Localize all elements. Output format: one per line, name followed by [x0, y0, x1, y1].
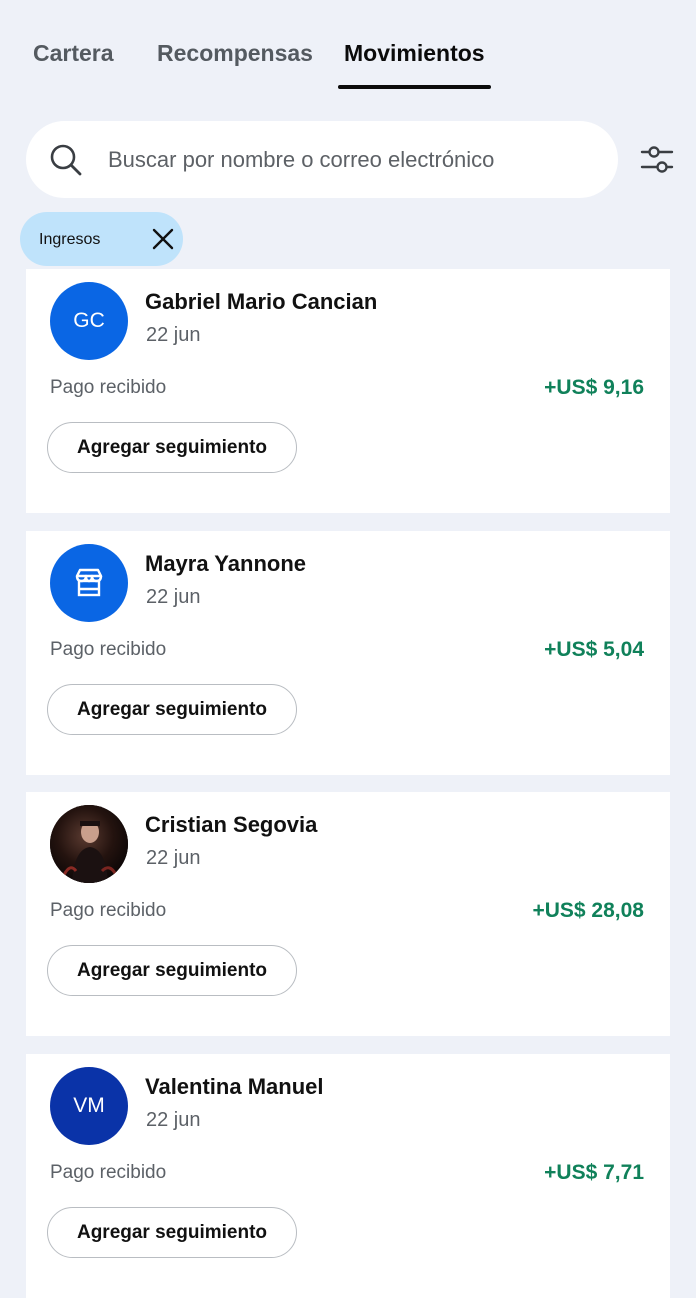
- transaction-amount: +US$ 28,08: [532, 899, 644, 922]
- add-tracking-button[interactable]: Agregar seguimiento: [47, 945, 297, 996]
- avatar: [50, 544, 128, 622]
- avatar: GC: [50, 282, 128, 360]
- filter-chip-label: Ingresos: [39, 231, 101, 248]
- payer-name: Cristian Segovia: [145, 812, 318, 837]
- transaction-card[interactable]: Mayra Yannone 22 jun Pago recibido +US$ …: [26, 531, 670, 775]
- avatar-initials: VM: [73, 1094, 105, 1117]
- add-tracking-button[interactable]: Agregar seguimiento: [47, 684, 297, 735]
- tab-cartera[interactable]: Cartera: [33, 38, 114, 68]
- tab-movimientos[interactable]: Movimientos: [344, 38, 485, 68]
- sliders-icon: [640, 146, 674, 173]
- profile-photo: [50, 805, 128, 883]
- transaction-amount: +US$ 9,16: [544, 376, 644, 399]
- transaction-amount: +US$ 7,71: [544, 1161, 644, 1184]
- tab-recompensas[interactable]: Recompensas: [157, 38, 313, 68]
- avatar-initials: GC: [73, 309, 105, 332]
- avatar-photo: [50, 805, 128, 883]
- transaction-card[interactable]: GC Gabriel Mario Cancian 22 jun Pago rec…: [26, 269, 670, 513]
- search-input[interactable]: [106, 139, 600, 181]
- tab-bar: Cartera Recompensas Movimientos: [0, 0, 696, 90]
- transaction-date: 22 jun: [146, 847, 201, 869]
- store-icon: [75, 568, 103, 597]
- avatar: VM: [50, 1067, 128, 1145]
- payer-name: Gabriel Mario Cancian: [145, 289, 378, 314]
- add-tracking-button[interactable]: Agregar seguimiento: [47, 422, 297, 473]
- filter-button[interactable]: [636, 140, 678, 180]
- payer-name: Valentina Manuel: [145, 1074, 324, 1099]
- transaction-date: 22 jun: [146, 324, 201, 346]
- close-icon[interactable]: [151, 227, 175, 251]
- add-tracking-button[interactable]: Agregar seguimiento: [47, 1207, 297, 1258]
- transaction-date: 22 jun: [146, 1109, 201, 1131]
- search-icon: [50, 144, 82, 176]
- active-tab-indicator: [338, 85, 491, 89]
- payer-name: Mayra Yannone: [145, 551, 306, 576]
- transaction-status: Pago recibido: [50, 1162, 167, 1183]
- transaction-status: Pago recibido: [50, 377, 167, 398]
- transaction-status: Pago recibido: [50, 639, 167, 660]
- transaction-amount: +US$ 5,04: [544, 638, 644, 661]
- transaction-status: Pago recibido: [50, 900, 167, 921]
- transaction-card[interactable]: Cristian Segovia 22 jun Pago recibido +U…: [26, 792, 670, 1036]
- filter-chip-ingresos: Ingresos: [20, 212, 183, 266]
- transaction-card[interactable]: VM Valentina Manuel 22 jun Pago recibido…: [26, 1054, 670, 1298]
- transaction-date: 22 jun: [146, 586, 201, 608]
- search-bar: [26, 121, 618, 198]
